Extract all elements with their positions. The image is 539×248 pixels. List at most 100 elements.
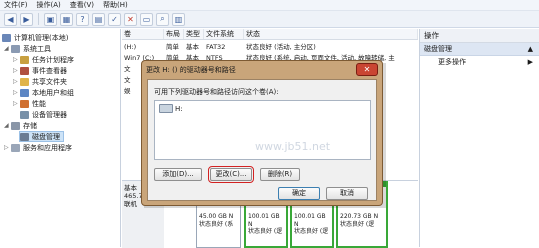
watermark: www.jb51.net <box>255 140 331 153</box>
list-item[interactable]: H: <box>159 104 183 113</box>
up-icon[interactable]: ▣ <box>44 12 57 26</box>
event-icon <box>20 66 29 75</box>
tree-disk-management-label: 磁盘管理 <box>32 132 60 141</box>
tree-device-manager[interactable]: 设备管理器 <box>20 109 67 120</box>
more-actions-label: 更多操作 <box>438 58 466 66</box>
tree-local-users[interactable]: ▷ 本地用户和组 <box>13 87 74 98</box>
change-button[interactable]: 更改(C)... <box>208 166 254 183</box>
users-icon <box>20 88 29 97</box>
cell: 基本 <box>186 43 199 51</box>
tree-root-label: 计算机管理(本地) <box>14 33 69 42</box>
col-filesystem[interactable]: 文件系统 <box>204 29 244 39</box>
actions-pane: 操作 磁盘管理 ▲ 更多操作 ▶ <box>419 29 539 247</box>
toolbar: ◀ ▶ ▣ ▦ ? ▤ ✓ ✕ ▭ ⌕ ▥ <box>0 11 539 28</box>
close-icon[interactable]: ✕ <box>356 63 378 76</box>
search-icon[interactable]: ⌕ <box>156 12 169 26</box>
properties-icon[interactable]: ▤ <box>92 12 105 26</box>
tools-icon <box>11 44 20 53</box>
view-icon[interactable]: ▥ <box>172 12 185 26</box>
cell: 状态良好 (活动, 主分区) <box>246 43 316 51</box>
tree-storage-label: 存储 <box>23 121 37 130</box>
services-icon <box>11 143 20 152</box>
actions-section-label: 磁盘管理 <box>424 45 452 53</box>
actions-section-disk-management[interactable]: 磁盘管理 ▲ <box>420 43 539 56</box>
menu-view[interactable]: 查看(V) <box>70 0 94 10</box>
partition-size: 220.73 GB N <box>340 213 379 220</box>
tree-system-tools-label: 系统工具 <box>23 44 51 53</box>
drive-item-label: H: <box>175 104 183 113</box>
menu-help[interactable]: 帮助(H) <box>103 0 128 10</box>
submenu-arrow-icon: ▶ <box>527 58 533 66</box>
ok-button[interactable]: 确定 <box>278 187 320 200</box>
performance-icon <box>20 99 29 108</box>
remove-button[interactable]: 删除(R) <box>260 168 300 181</box>
tree-services[interactable]: ▷ 服务和应用程序 <box>4 142 72 153</box>
collapse-icon[interactable]: ▷ <box>4 144 11 151</box>
tree-root[interactable]: 计算机管理(本地) <box>2 32 68 43</box>
tree-performance-label: 性能 <box>32 99 46 108</box>
more-actions[interactable]: 更多操作 ▶ <box>420 56 539 68</box>
actions-header: 操作 <box>420 29 539 43</box>
partition-size: 100.01 GB N <box>294 213 326 228</box>
collapse-icon[interactable]: ▷ <box>13 100 20 107</box>
paths-label: 可用下列驱动器号和路径访问这个卷(A): <box>154 88 279 96</box>
expand-icon[interactable]: ◢ <box>4 45 11 52</box>
forward-icon[interactable]: ▶ <box>20 12 33 26</box>
tree-shared-folders-label: 共享文件夹 <box>32 77 67 86</box>
tree-local-users-label: 本地用户和组 <box>32 88 74 97</box>
cell: (H:) <box>124 43 137 51</box>
tree-event-viewer[interactable]: ▷ 事件查看器 <box>13 65 67 76</box>
tree-performance[interactable]: ▷ 性能 <box>13 98 46 109</box>
table-row[interactable]: (H:) 简单 基本 FAT32 状态良好 (活动, 主分区) <box>122 42 418 52</box>
tree-disk-management[interactable]: 磁盘管理 <box>19 131 64 142</box>
toolbar-separator <box>38 13 39 25</box>
menu-bar: 文件(F) 操作(A) 查看(V) 帮助(H) <box>0 0 539 11</box>
partition-size: 100.01 GB N <box>248 213 280 228</box>
tree-task-scheduler-label: 任务计划程序 <box>32 55 74 64</box>
partition-status: 状态良好 (逻 <box>248 228 283 235</box>
collapse-icon[interactable]: ▷ <box>13 78 20 85</box>
tree-storage[interactable]: ◢ 存储 <box>4 120 37 131</box>
computer-icon <box>2 33 11 42</box>
grid-icon[interactable]: ▦ <box>60 12 73 26</box>
tree-device-manager-label: 设备管理器 <box>32 110 67 119</box>
tree-services-label: 服务和应用程序 <box>23 143 72 152</box>
delete-icon[interactable]: ✕ <box>124 12 137 26</box>
menu-action[interactable]: 操作(A) <box>37 0 61 10</box>
partition-size: 45.00 GB N <box>199 213 234 220</box>
storage-icon <box>11 121 20 130</box>
volume-list-header: 卷 布局 类型 文件系统 状态 <box>122 29 418 40</box>
cell: 简单 <box>166 43 179 51</box>
partition-status: 状态良好 (逻 <box>294 228 329 235</box>
collapse-up-icon[interactable]: ▲ <box>528 43 533 55</box>
col-type[interactable]: 类型 <box>184 29 204 39</box>
drive-icon <box>159 104 173 113</box>
partition-status: 状态良好 (系 <box>199 220 234 228</box>
check-icon[interactable]: ✓ <box>108 12 121 26</box>
cell: FAT32 <box>206 43 226 51</box>
partition-status: 状态良好 (逻 <box>340 220 375 228</box>
tree-event-viewer-label: 事件查看器 <box>32 66 67 75</box>
tree-shared-folders[interactable]: ▷ 共享文件夹 <box>13 76 67 87</box>
collapse-icon[interactable]: ▷ <box>13 67 20 74</box>
collapse-icon[interactable]: ▷ <box>13 56 20 63</box>
menu-file[interactable]: 文件(F) <box>4 0 28 10</box>
dialog-title: 更改 H: () 的驱动器号和路径 <box>146 66 236 74</box>
expand-icon[interactable]: ◢ <box>4 122 11 129</box>
add-button[interactable]: 添加(D)... <box>154 168 202 181</box>
device-icon <box>20 110 29 119</box>
cancel-button[interactable]: 取消 <box>326 187 368 200</box>
navigation-tree: 计算机管理(本地) ◢ 系统工具 ▷ 任务计划程序 ▷ 事件查看器 ▷ 共享文件… <box>0 29 121 247</box>
tree-system-tools[interactable]: ◢ 系统工具 <box>4 43 51 54</box>
col-layout[interactable]: 布局 <box>164 29 184 39</box>
disk-icon <box>20 132 29 141</box>
tree-task-scheduler[interactable]: ▷ 任务计划程序 <box>13 54 74 65</box>
folder-icon <box>20 77 29 86</box>
col-volume[interactable]: 卷 <box>122 29 164 39</box>
back-icon[interactable]: ◀ <box>4 12 17 26</box>
col-status[interactable]: 状态 <box>244 29 418 39</box>
open-icon[interactable]: ▭ <box>140 12 153 26</box>
collapse-icon[interactable]: ▷ <box>13 89 20 96</box>
help-icon[interactable]: ? <box>76 12 89 26</box>
clock-icon <box>20 55 29 64</box>
